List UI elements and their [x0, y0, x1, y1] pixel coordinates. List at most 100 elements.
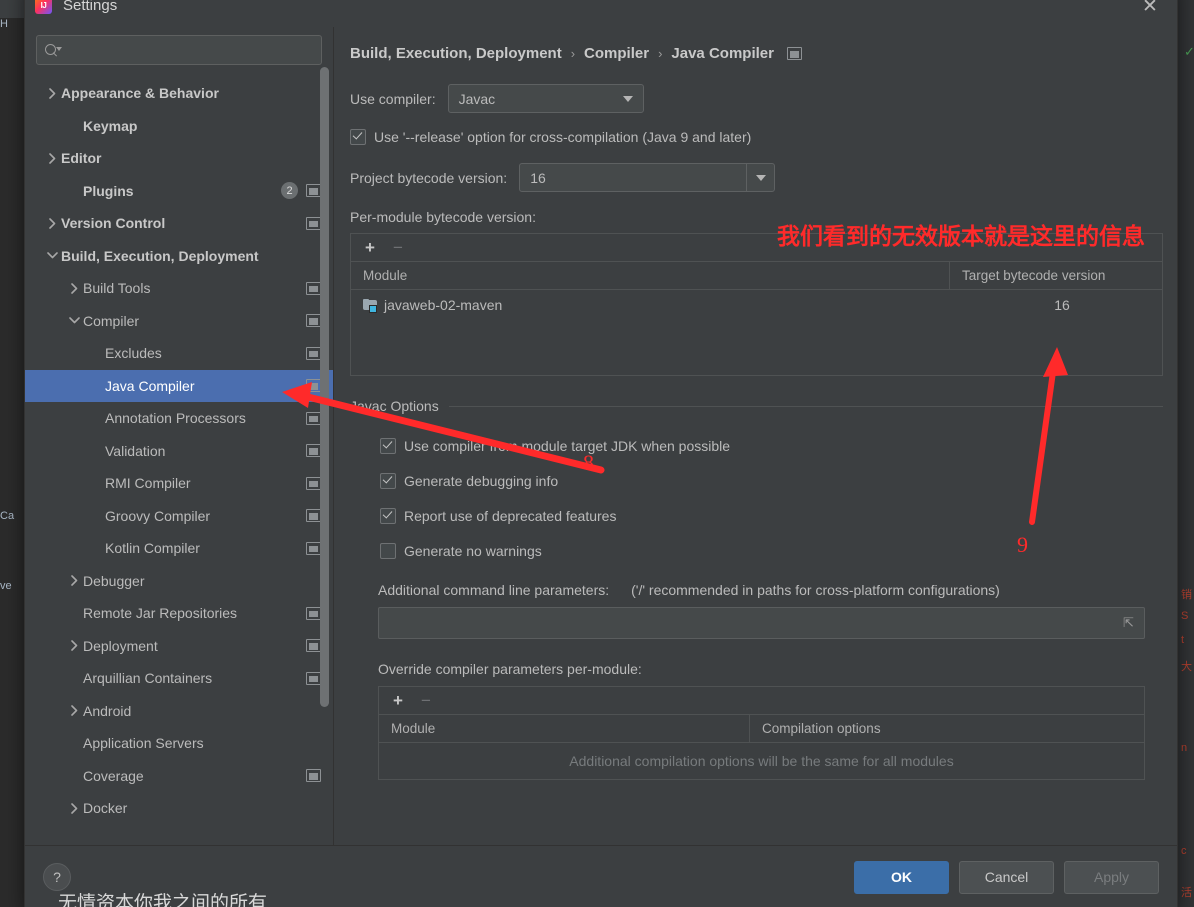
sidebar-item-rmi-compiler[interactable]: RMI Compiler	[25, 467, 333, 500]
background-right-fragment-1: 销	[1181, 589, 1192, 601]
project-scope-icon	[306, 444, 321, 458]
chevron-right-icon[interactable]	[67, 640, 81, 652]
sidebar-item-compiler[interactable]: Compiler	[25, 305, 333, 338]
project-scope-icon	[306, 541, 321, 555]
javac-options-fieldset-title: Javac Options	[350, 398, 1163, 414]
sidebar-item-remote-jar-repositories[interactable]: Remote Jar Repositories	[25, 597, 333, 630]
breadcrumb-part-2[interactable]: Compiler	[584, 45, 649, 62]
chevron-right-icon[interactable]	[45, 217, 59, 229]
add-override-button[interactable]: +	[393, 692, 403, 709]
sidebar-item-validation[interactable]: Validation	[25, 435, 333, 468]
chevron-down-icon[interactable]	[67, 317, 81, 324]
chevron-down-icon[interactable]	[45, 252, 59, 259]
sidebar-item-plugins[interactable]: Plugins 2	[25, 175, 333, 208]
javac-option-row[interactable]: Report use of deprecated features	[380, 498, 1163, 533]
checkmark-icon: ✓	[1184, 44, 1194, 59]
sidebar-scrollbar-thumb[interactable]	[320, 67, 329, 707]
sidebar-item-label: Build Tools	[83, 280, 151, 297]
help-button[interactable]: ?	[43, 863, 71, 891]
apply-button[interactable]: Apply	[1064, 860, 1159, 894]
project-scope-icon[interactable]	[786, 47, 802, 60]
chevron-down-icon[interactable]	[746, 164, 774, 191]
background-right-fragment-5: n	[1181, 742, 1188, 754]
project-scope-icon	[306, 509, 321, 523]
sidebar-item-build-execution-deployment[interactable]: Build, Execution, Deployment	[25, 240, 333, 273]
table-row[interactable]: javaweb-02-maven 16	[351, 290, 1162, 319]
fieldset-divider	[448, 405, 1163, 407]
background-left-fragment-2: Ca	[0, 510, 15, 522]
breadcrumb-separator-2: ›	[658, 46, 663, 61]
chevron-right-icon[interactable]	[67, 282, 81, 294]
per-module-col-module[interactable]: Module	[351, 262, 950, 289]
additional-params-input[interactable]: ⇱	[378, 607, 1145, 639]
chevron-right-icon[interactable]	[67, 802, 81, 814]
close-icon[interactable]: ✕	[1139, 0, 1161, 17]
annotation-marker-8: 8	[583, 450, 594, 475]
remove-override-button[interactable]: −	[421, 692, 431, 709]
search-box[interactable]	[36, 35, 322, 65]
sidebar-item-docker[interactable]: Docker	[25, 792, 333, 825]
sidebar-item-label: Annotation Processors	[105, 410, 246, 427]
sidebar-item-version-control[interactable]: Version Control	[25, 207, 333, 240]
sidebar-item-build-tools[interactable]: Build Tools	[25, 272, 333, 305]
chevron-right-icon[interactable]	[45, 87, 59, 99]
background-left-fragment-1: H	[0, 18, 8, 30]
per-module-cell-target[interactable]: 16	[962, 297, 1162, 313]
project-scope-icon	[306, 476, 321, 490]
sidebar-item-deployment[interactable]: Deployment	[25, 630, 333, 663]
screen: H Ca ve ✓ 销 S t 大 n c 活 无情资本你我之间的所有 Sett…	[0, 0, 1194, 907]
remove-module-button[interactable]: −	[393, 239, 403, 256]
dialog-action-buttons: OK Cancel Apply	[854, 860, 1159, 894]
javac-option-checkbox[interactable]	[380, 507, 396, 524]
override-params-toolbar: + −	[379, 687, 1144, 715]
settings-tree[interactable]: Appearance & Behavior Keymap Editor Plugins…	[25, 75, 333, 845]
search-container	[25, 27, 333, 75]
per-module-col-target[interactable]: Target bytecode version	[950, 262, 1162, 289]
sidebar-item-coverage[interactable]: Coverage	[25, 760, 333, 793]
chevron-right-icon[interactable]	[45, 152, 59, 164]
javac-option-label: Generate debugging info	[404, 472, 559, 489]
javac-option-row[interactable]: Generate no warnings	[380, 533, 1163, 568]
cancel-button[interactable]: Cancel	[959, 860, 1054, 894]
javac-option-checkbox[interactable]	[380, 437, 396, 454]
sidebar-item-editor[interactable]: Editor	[25, 142, 333, 175]
javac-option-checkbox[interactable]	[380, 472, 396, 489]
sidebar-item-excludes[interactable]: Excludes	[25, 337, 333, 370]
ok-button[interactable]: OK	[854, 860, 949, 894]
use-compiler-dropdown[interactable]: Javac	[447, 84, 644, 113]
background-left-fragment-3: ve	[0, 580, 12, 592]
settings-dialog: Settings ✕ Appearance & Behavior Keymap Ed…	[24, 0, 1178, 907]
project-scope-icon	[306, 281, 321, 295]
project-bytecode-dropdown[interactable]: 16	[519, 163, 776, 192]
breadcrumb-part-1[interactable]: Build, Execution, Deployment	[350, 45, 562, 62]
expand-icon[interactable]: ⇱	[1123, 615, 1136, 630]
annotation-note-chinese: 我们看到的无效版本就是这里的信息	[777, 224, 1145, 250]
javac-option-row[interactable]: Generate debugging info	[380, 463, 1163, 498]
search-input[interactable]	[62, 41, 313, 59]
sidebar-item-arquillian-containers[interactable]: Arquillian Containers	[25, 662, 333, 695]
javac-option-row[interactable]: Use compiler from module target JDK when…	[380, 428, 1163, 463]
chevron-right-icon[interactable]	[67, 705, 81, 717]
release-option-row[interactable]: Use '--release' option for cross-compila…	[350, 129, 1163, 145]
javac-option-checkbox[interactable]	[380, 542, 396, 559]
chevron-right-icon[interactable]	[67, 575, 81, 587]
project-scope-icon	[306, 606, 321, 620]
override-col-module[interactable]: Module	[379, 715, 750, 742]
sidebar-item-application-servers[interactable]: Application Servers	[25, 727, 333, 760]
project-scope-icon	[306, 216, 321, 230]
sidebar-item-debugger[interactable]: Debugger	[25, 565, 333, 598]
sidebar-item-groovy-compiler[interactable]: Groovy Compiler	[25, 500, 333, 533]
add-module-button[interactable]: +	[365, 239, 375, 256]
sidebar-item-keymap[interactable]: Keymap	[25, 110, 333, 143]
sidebar-item-appearance-behavior[interactable]: Appearance & Behavior	[25, 77, 333, 110]
sidebar-item-annotation-processors[interactable]: Annotation Processors	[25, 402, 333, 435]
override-col-options[interactable]: Compilation options	[750, 715, 1144, 742]
sidebar-item-kotlin-compiler[interactable]: Kotlin Compiler	[25, 532, 333, 565]
sidebar-item-label: Deployment	[83, 637, 158, 654]
release-option-checkbox[interactable]	[350, 129, 366, 145]
annotation-marker-9: 9	[1017, 532, 1028, 557]
release-option-label: Use '--release' option for cross-compila…	[374, 129, 752, 145]
project-scope-icon	[306, 184, 321, 198]
sidebar-item-android[interactable]: Android	[25, 695, 333, 728]
sidebar-item-java-compiler[interactable]: Java Compiler	[25, 369, 333, 402]
